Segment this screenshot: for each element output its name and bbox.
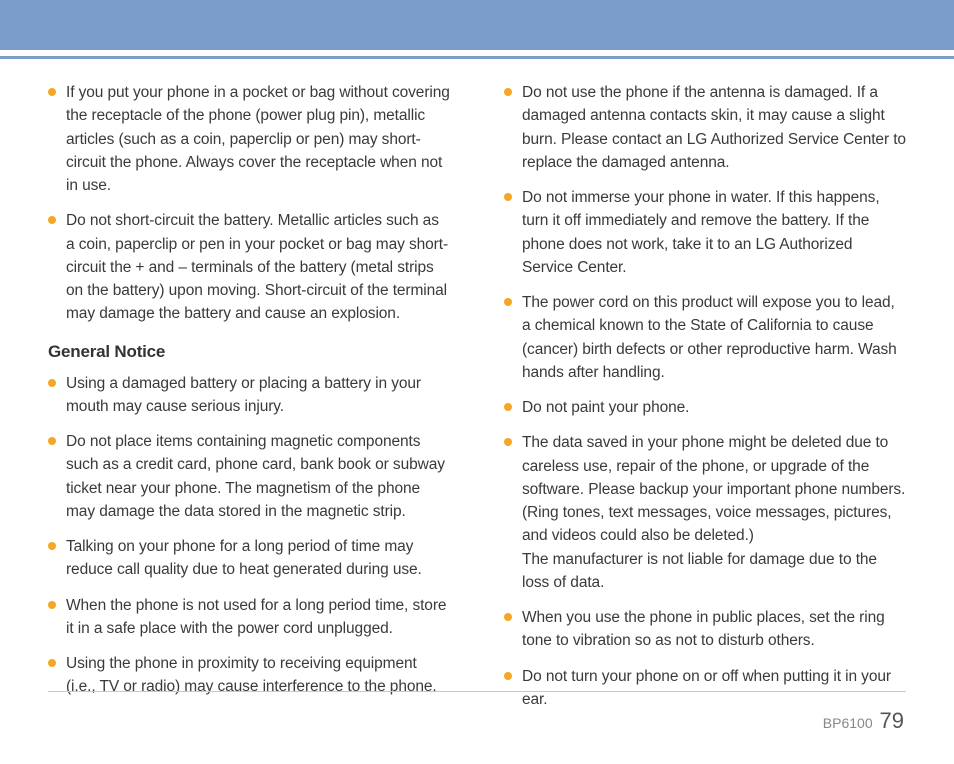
- bullet-list-b: Using a damaged battery or placing a bat…: [48, 372, 450, 699]
- left-column: If you put your phone in a pocket or bag…: [48, 81, 450, 723]
- subhead-general-notice: General Notice: [48, 342, 450, 362]
- right-column: Do not use the phone if the antenna is d…: [504, 81, 906, 723]
- footer-rule: [48, 691, 906, 692]
- list-item: Do not immerse your phone in water. If t…: [504, 186, 906, 279]
- model-number: BP6100: [823, 715, 873, 731]
- bullet-list-a: If you put your phone in a pocket or bag…: [48, 81, 450, 326]
- list-item: Do not turn your phone on or off when pu…: [504, 665, 906, 712]
- list-item: If you put your phone in a pocket or bag…: [48, 81, 450, 197]
- header-band: [0, 0, 954, 50]
- list-item: The data saved in your phone might be de…: [504, 431, 906, 594]
- list-item: When you use the phone in public places,…: [504, 606, 906, 653]
- list-item: Talking on your phone for a long period …: [48, 535, 450, 582]
- list-item: The power cord on this product will expo…: [504, 291, 906, 384]
- list-item: Do not paint your phone.: [504, 396, 906, 419]
- list-item: Do not use the phone if the antenna is d…: [504, 81, 906, 174]
- page-body: If you put your phone in a pocket or bag…: [0, 59, 954, 723]
- list-item: Using a damaged battery or placing a bat…: [48, 372, 450, 419]
- list-item: When the phone is not used for a long pe…: [48, 594, 450, 641]
- bullet-list-right: Do not use the phone if the antenna is d…: [504, 81, 906, 711]
- page-footer: BP6100 79: [823, 708, 904, 734]
- list-item: Do not place items containing magnetic c…: [48, 430, 450, 523]
- list-item: Do not short-circuit the battery. Metall…: [48, 209, 450, 325]
- page-number: 79: [880, 708, 904, 733]
